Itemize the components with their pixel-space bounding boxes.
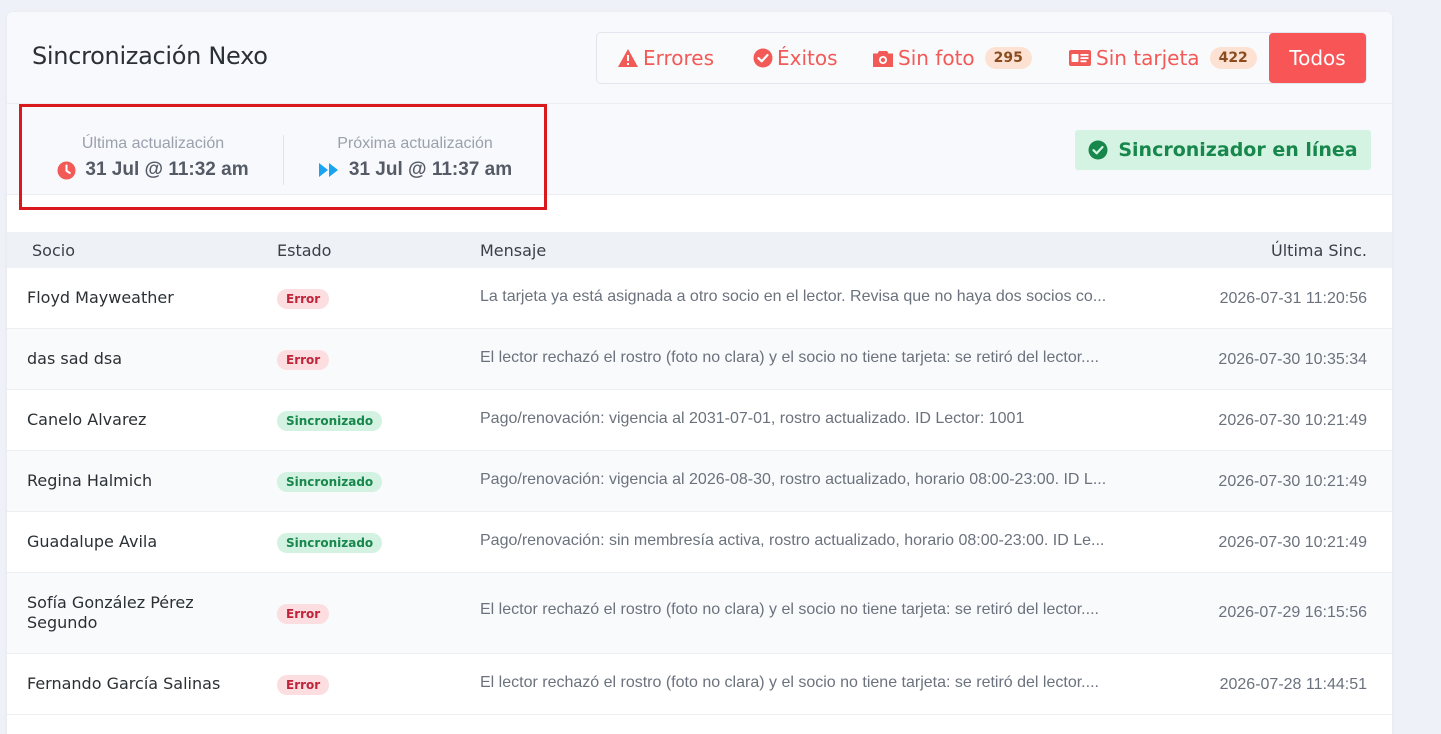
status-badge: Error (277, 675, 330, 695)
filter-group: Errores Éxitos Sin foto 295 Sin tarjeta … (596, 32, 1367, 84)
filter-exitos-label: Éxitos (777, 46, 838, 70)
row-socio: Regina Halmich (27, 471, 153, 490)
row-socio: Floyd Mayweather (27, 288, 174, 307)
sin-tarjeta-count-badge: 422 (1209, 47, 1257, 69)
status-badge: Error (277, 289, 330, 309)
column-ultima-sinc: Última Sinc. (1271, 241, 1367, 260)
status-badge: Sincronizado (277, 533, 383, 553)
table-row[interactable]: das sad dsa Error El lector rechazó el r… (7, 329, 1392, 390)
filter-errores-label: Errores (643, 46, 715, 70)
table-row[interactable]: Regina Halmich Sincronizado Pago/renovac… (7, 451, 1392, 512)
last-update-label: Última actualización (81, 135, 225, 152)
sync-online-badge: Sincronizador en línea (1075, 130, 1371, 170)
table-row[interactable]: Floyd Mayweather Error La tarjeta ya est… (7, 268, 1392, 329)
card-header: Sincronización Nexo Errores Éxitos Sin f… (7, 12, 1392, 104)
row-mensaje: Pago/renovación: sin membresía activa, r… (480, 532, 1105, 549)
filter-errores-button[interactable]: Errores (617, 33, 714, 83)
row-mensaje: El lector rechazó el rostro (foto no cla… (480, 601, 1099, 618)
row-mensaje: El lector rechazó el rostro (foto no cla… (480, 349, 1099, 366)
status-badge: Error (277, 350, 330, 370)
update-divider (283, 135, 284, 185)
table-row[interactable]: Canelo Alvarez Sincronizado Pago/renovac… (7, 390, 1392, 451)
sync-card: Sincronización Nexo Errores Éxitos Sin f… (7, 12, 1392, 734)
next-update: Próxima actualización 31 Jul @ 11:37 am (300, 135, 530, 181)
filter-sin-tarjeta-label: Sin tarjeta (1096, 46, 1200, 70)
table-row[interactable]: Guadalupe Avila Sincronizado Pago/renova… (7, 512, 1392, 573)
status-bar: Última actualización 31 Jul @ 11:32 am P… (7, 104, 1392, 210)
table-header: Socio Estado Mensaje Última Sinc. (7, 232, 1392, 268)
filter-todos-button[interactable]: Todos (1269, 33, 1366, 83)
row-fecha: 2026-07-31 11:20:56 (1219, 290, 1367, 307)
row-fecha: 2026-07-30 10:21:49 (1218, 412, 1367, 429)
status-badge: Sincronizado (277, 472, 383, 492)
row-socio: Guadalupe Avila (27, 532, 158, 551)
clock-icon (57, 161, 76, 179)
column-estado: Estado (277, 241, 332, 260)
sync-online-label: Sincronizador en línea (1118, 139, 1358, 161)
last-update-value: 31 Jul @ 11:32 am (85, 159, 249, 180)
camera-icon (873, 50, 893, 67)
filter-sin-foto-label: Sin foto (898, 46, 975, 70)
row-mensaje: El lector rechazó el rostro (foto no cla… (480, 674, 1099, 691)
check-circle-icon (753, 48, 773, 68)
page-title: Sincronización Nexo (32, 42, 268, 70)
last-update: Última actualización 31 Jul @ 11:32 am (44, 135, 262, 181)
warning-icon (618, 49, 638, 67)
row-socio: Canelo Alvarez (27, 410, 147, 429)
row-fecha: 2026-07-29 16:15:56 (1218, 604, 1367, 621)
row-mensaje: La tarjeta ya está asignada a otro socio… (480, 288, 1107, 305)
filter-sin-foto-button[interactable]: Sin foto 295 (872, 33, 1032, 83)
row-mensaje: Pago/renovación: vigencia al 2031-07-01,… (480, 410, 1025, 427)
row-fecha: 2026-07-30 10:21:49 (1218, 473, 1367, 490)
next-update-label: Próxima actualización (337, 135, 493, 152)
next-update-value: 31 Jul @ 11:37 am (348, 159, 513, 180)
column-mensaje: Mensaje (480, 241, 547, 260)
fast-forward-icon (318, 163, 338, 177)
status-badge: Sincronizado (277, 411, 383, 431)
update-times-box: Última actualización 31 Jul @ 11:32 am P… (19, 104, 547, 210)
row-fecha: 2026-07-28 11:44:51 (1219, 676, 1367, 693)
sync-table: Socio Estado Mensaje Última Sinc. Floyd … (7, 232, 1392, 715)
filter-sin-tarjeta-button[interactable]: Sin tarjeta 422 (1068, 33, 1257, 83)
filter-exitos-button[interactable]: Éxitos (753, 33, 838, 83)
sin-foto-count-badge: 295 (984, 47, 1032, 69)
row-socio: das sad dsa (27, 349, 123, 368)
status-badge: Error (277, 604, 330, 624)
id-card-icon (1069, 50, 1091, 66)
column-socio: Socio (32, 241, 75, 260)
check-circle-icon (1088, 140, 1108, 160)
row-socio: Sofía González Pérez Segundo (27, 593, 194, 632)
row-fecha: 2026-07-30 10:35:34 (1218, 351, 1367, 368)
row-mensaje: Pago/renovación: vigencia al 2026-08-30,… (480, 471, 1107, 488)
table-row[interactable]: Sofía González Pérez Segundo Error El le… (7, 573, 1392, 654)
row-fecha: 2026-07-30 10:21:49 (1218, 534, 1367, 551)
row-socio: Fernando García Salinas (27, 674, 221, 693)
table-row[interactable]: Fernando García Salinas Error El lector … (7, 654, 1392, 715)
